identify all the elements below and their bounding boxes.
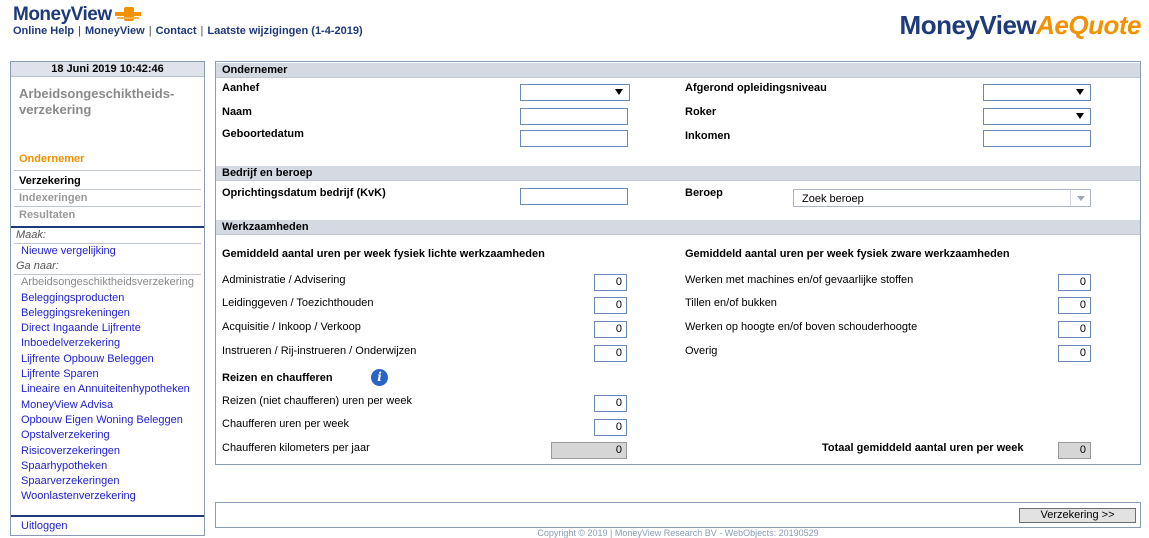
label-machines: Werken met machines en/of gevaarlijke st… bbox=[685, 274, 914, 286]
copyright-text: Copyright © 2019 | MoneyView Research BV… bbox=[537, 528, 819, 538]
moneyview-aequote-brand: MoneyViewAeQuote bbox=[899, 10, 1142, 40]
info-icon[interactable]: i bbox=[371, 369, 388, 386]
sidebar-link-inboedelverzekering[interactable]: Inboedelverzekering bbox=[11, 336, 204, 351]
sidebar-link-direct-ingaande-lijfrente[interactable]: Direct Ingaande Lijfrente bbox=[11, 321, 204, 336]
administratie-hours-input[interactable]: 0 bbox=[594, 274, 627, 291]
geboortedatum-input[interactable] bbox=[520, 130, 628, 147]
nav-contact[interactable]: Contact bbox=[156, 25, 197, 37]
label-instrueren: Instrueren / Rij-instrueren / Onderwijze… bbox=[222, 345, 417, 357]
chaufferen-km-readonly: 0 bbox=[551, 442, 627, 459]
sidebar-maak-label: Maak: bbox=[16, 229, 46, 241]
sidebar-link-spaarverzekeringen[interactable]: Spaarverzekeringen bbox=[11, 474, 204, 489]
label-overig: Overig bbox=[685, 345, 718, 357]
sidebar-link-woonlastenverzekering[interactable]: Woonlastenverzekering bbox=[11, 489, 204, 504]
sidebar-step-indexeringen: Indexeringen bbox=[19, 192, 88, 204]
machines-hours-input[interactable]: 0 bbox=[1058, 274, 1091, 291]
sidebar-link-beleggingsrekeningen[interactable]: Beleggingsrekeningen bbox=[11, 306, 204, 321]
oprichtingsdatum-input[interactable] bbox=[520, 188, 628, 205]
sidebar-datetime: 18 Juni 2019 10:42:46 bbox=[11, 62, 204, 77]
reizen-hours-input[interactable]: 0 bbox=[594, 395, 627, 412]
label-tillen: Tillen en/of bukken bbox=[685, 297, 777, 309]
label-administratie: Administratie / Advisering bbox=[222, 274, 346, 286]
sidebar-product-title: Arbeidsongeschiktheids-verzekering bbox=[19, 86, 175, 117]
heading-zware-werkzaamheden: Gemiddeld aantal uren per week fysiek zw… bbox=[685, 248, 1010, 260]
label-opleidingsniveau: Afgerond opleidingsniveau bbox=[685, 82, 827, 94]
heading-lichte-werkzaamheden: Gemiddeld aantal uren per week fysiek li… bbox=[222, 248, 545, 260]
label-oprichtingsdatum: Oprichtingsdatum bedrijf (KvK) bbox=[222, 187, 386, 199]
sidebar-link-current-product: Arbeidsongeschiktheidsverzekering bbox=[21, 276, 195, 289]
main-panel: Ondernemer Aanhef Naam Geboortedatum Afg… bbox=[215, 61, 1141, 465]
footer-button-bar: Verzekering >> bbox=[215, 502, 1141, 528]
logout-link[interactable]: Uitloggen bbox=[21, 520, 67, 532]
chevron-down-icon bbox=[1076, 89, 1084, 95]
sidebar-link-beleggingsproducten[interactable]: Beleggingsproducten bbox=[11, 291, 204, 306]
nav-laatste-wijzigingen[interactable]: Laatste wijzigingen (1-4-2019) bbox=[207, 25, 362, 37]
top-nav: Online Help | MoneyView | Contact | Laatste wi… bbox=[13, 25, 363, 37]
label-aanhef: Aanhef bbox=[222, 82, 260, 94]
chevron-down-icon bbox=[615, 89, 623, 95]
overig-hours-input[interactable]: 0 bbox=[1058, 345, 1091, 362]
sidebar-link-opbouw-eigen-woning[interactable]: Opbouw Eigen Woning Beleggen bbox=[11, 413, 204, 428]
label-totaal-uren: Totaal gemiddeld aantal uren per week bbox=[822, 442, 1024, 454]
hoogte-hours-input[interactable]: 0 bbox=[1058, 321, 1091, 338]
sidebar-link-moneyview-advisa[interactable]: MoneyView Advisa bbox=[11, 398, 204, 413]
sidebar-step-verzekering[interactable]: Verzekering bbox=[11, 173, 204, 189]
chevron-down-icon bbox=[1076, 113, 1084, 119]
sidebar-step-ondernemer[interactable]: Ondernemer bbox=[11, 151, 204, 167]
label-hoogte: Werken op hoogte en/of boven schouderhoo… bbox=[685, 321, 918, 333]
label-naam: Naam bbox=[222, 106, 252, 118]
label-leidinggeven: Leidinggeven / Toezichthouden bbox=[222, 297, 374, 309]
naam-input[interactable] bbox=[520, 108, 628, 125]
nav-online-help[interactable]: Online Help bbox=[13, 25, 74, 37]
sidebar-link-nieuwe-vergelijking[interactable]: Nieuwe vergelijking bbox=[11, 244, 204, 259]
leidinggeven-hours-input[interactable]: 0 bbox=[594, 297, 627, 314]
label-chaufferen-uren: Chaufferen uren per week bbox=[222, 418, 349, 430]
nav-moneyview[interactable]: MoneyView bbox=[85, 25, 145, 37]
totaal-hours-readonly: 0 bbox=[1058, 442, 1091, 459]
sidebar: 18 Juni 2019 10:42:46 Arbeidsongeschikth… bbox=[10, 61, 205, 536]
logo-mark-icon bbox=[114, 6, 141, 24]
next-verzekering-button[interactable]: Verzekering >> bbox=[1019, 508, 1136, 523]
label-geboortedatum: Geboortedatum bbox=[222, 128, 304, 140]
section-header-bedrijf: Bedrijf en beroep bbox=[216, 166, 1140, 181]
chaufferen-hours-input[interactable]: 0 bbox=[594, 419, 627, 436]
label-roker: Roker bbox=[685, 106, 717, 118]
heading-reizen-chaufferen: Reizen en chaufferen bbox=[222, 372, 333, 384]
sidebar-link-hypotheken[interactable]: Lineaire en Annuiteitenhypotheken bbox=[11, 382, 204, 397]
label-acquisitie: Acquisitie / Inkoop / Verkoop bbox=[222, 321, 361, 333]
instrueren-hours-input[interactable]: 0 bbox=[594, 345, 627, 362]
sidebar-link-spaarhypotheken[interactable]: Spaarhypotheken bbox=[11, 459, 204, 474]
sidebar-link-lijfrente-opbouw-beleggen[interactable]: Lijfrente Opbouw Beleggen bbox=[11, 352, 204, 367]
sidebar-step-resultaten: Resultaten bbox=[19, 209, 76, 221]
roker-select[interactable] bbox=[983, 108, 1091, 125]
label-reizen-uren: Reizen (niet chaufferen) uren per week bbox=[222, 395, 412, 407]
inkomen-input[interactable] bbox=[983, 130, 1091, 147]
sidebar-link-lijfrente-sparen[interactable]: Lijfrente Sparen bbox=[11, 367, 204, 382]
label-chaufferen-km: Chaufferen kilometers per jaar bbox=[222, 442, 370, 454]
beroep-placeholder: Zoek beroep bbox=[802, 193, 864, 205]
section-header-werkzaamheden: Werkzaamheden bbox=[216, 220, 1140, 235]
chevron-down-icon bbox=[1077, 196, 1085, 201]
acquisitie-hours-input[interactable]: 0 bbox=[594, 321, 627, 338]
sidebar-logout-area: Uitloggen bbox=[11, 515, 204, 535]
opleidingsniveau-select[interactable] bbox=[983, 84, 1091, 101]
sidebar-divider bbox=[14, 170, 201, 171]
sidebar-link-opstalverzekering[interactable]: Opstalverzekering bbox=[11, 428, 204, 443]
label-beroep: Beroep bbox=[685, 187, 723, 199]
beroep-search-select[interactable]: Zoek beroep bbox=[793, 189, 1091, 207]
page-header: MoneyView Online Help | MoneyView | Contact |… bbox=[0, 0, 1149, 56]
label-inkomen: Inkomen bbox=[685, 130, 731, 142]
section-header-ondernemer: Ondernemer bbox=[216, 63, 1140, 78]
moneyview-logo[interactable]: MoneyView bbox=[13, 4, 141, 26]
sidebar-ganaar-label: Ga naar: bbox=[16, 260, 59, 273]
tillen-hours-input[interactable]: 0 bbox=[1058, 297, 1091, 314]
aanhef-select[interactable] bbox=[520, 84, 630, 101]
sidebar-link-risicoverzekeringen[interactable]: Risicoverzekeringen bbox=[11, 444, 204, 459]
